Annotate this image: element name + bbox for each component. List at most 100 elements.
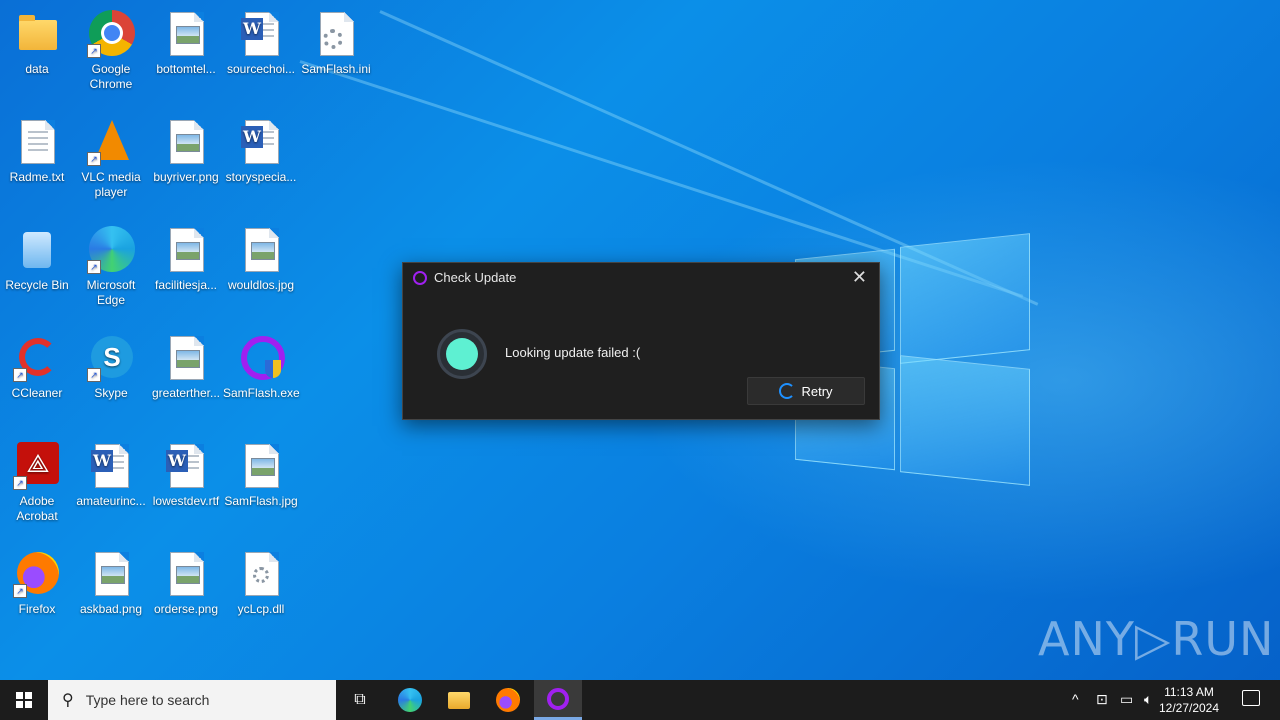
system-tray: ^ ⊡ ▭ 🔈︎ 11:13 AM 12/27/2024: [1060, 680, 1280, 720]
status-indicator-icon: [437, 329, 487, 379]
start-button[interactable]: [0, 680, 48, 720]
chevron-up-icon[interactable]: ^: [1072, 691, 1079, 707]
image-file-icon: [245, 444, 279, 488]
desktop-icon-label: sourcechoi...: [226, 62, 296, 76]
desktop-icon-label: SamFlash.ini: [301, 62, 371, 76]
desktop-icon-label: bottomtel...: [156, 62, 216, 76]
desktop-icon-wouldlos-jpg[interactable]: wouldlos.jpg: [223, 220, 299, 293]
desktop-icon-bottomtel[interactable]: bottomtel...: [148, 4, 224, 77]
windows-logo-icon: [16, 692, 32, 708]
desktop-icon-label: storyspecia...: [225, 170, 297, 184]
desktop-icon-label: facilitiesja...: [154, 278, 218, 292]
shortcut-arrow-icon: ↗: [13, 584, 27, 598]
desktop-icon-ccleaner[interactable]: ↗ CCleaner: [0, 328, 75, 401]
anyrun-watermark: ANY▷RUN: [1038, 612, 1275, 666]
desktop-icon-yclcp-dll[interactable]: ycLcp.dll: [223, 544, 299, 617]
desktop-icon-label: SamFlash.jpg: [224, 494, 298, 508]
desktop-icon-label: askbad.png: [79, 602, 143, 616]
desktop-icon-radme-txt[interactable]: Radme.txt: [0, 112, 75, 185]
settings-file-icon: [320, 12, 354, 56]
desktop-icon-samflash-exe[interactable]: SamFlash.exe: [223, 328, 300, 401]
spinner-icon: [779, 383, 796, 399]
taskbar-search-box[interactable]: ⚲ Type here to search: [48, 680, 336, 720]
edge-icon: [398, 688, 422, 712]
desktop-icon-amateurinc[interactable]: W amateurinc...: [73, 436, 149, 509]
image-file-icon: [170, 120, 204, 164]
shield-icon: [265, 360, 281, 378]
shortcut-arrow-icon: ↗: [87, 44, 101, 58]
search-placeholder: Type here to search: [85, 692, 210, 708]
desktop-icon-askbad-png[interactable]: askbad.png: [73, 544, 149, 617]
desktop-icon-label: ycLcp.dll: [237, 602, 285, 616]
taskbar-firefox-button[interactable]: [484, 680, 532, 720]
retry-button[interactable]: Retry: [747, 377, 865, 405]
task-view-button[interactable]: ⧉: [336, 680, 384, 720]
task-view-icon: ⧉: [354, 691, 366, 708]
desktop-icon-label: Firefox: [18, 602, 56, 616]
desktop-icon-skype[interactable]: S ↗ Skype: [73, 328, 149, 401]
desktop-icon-label: orderse.png: [153, 602, 219, 616]
taskbar-edge-button[interactable]: [386, 680, 434, 720]
desktop-icon-label: VLC media player: [81, 170, 141, 199]
desktop-icon-samflash-ini[interactable]: SamFlash.ini: [298, 4, 374, 77]
desktop-icon-microsoft-edge[interactable]: ↗ Microsoft Edge: [73, 220, 149, 308]
samflash-app-icon: [547, 687, 569, 710]
taskbar: ⚲ Type here to search ⧉ ^ ⊡ ▭ 🔈︎ 11:13 A…: [0, 680, 1280, 720]
clock[interactable]: 11:13 AM 12/27/2024: [1154, 684, 1224, 716]
text-file-icon: [21, 120, 55, 164]
desktop-icon-label: Google Chrome: [89, 62, 133, 91]
desktop-icon-sourcechoi[interactable]: W sourcechoi...: [223, 4, 299, 77]
meet-now-icon[interactable]: ⊡: [1096, 691, 1108, 708]
check-update-dialog: Check Update ✕ Looking update failed :( …: [402, 262, 880, 420]
taskbar-file-explorer-button[interactable]: [435, 680, 483, 720]
firefox-icon: [496, 688, 520, 712]
desktop-icon-label: buyriver.png: [153, 170, 219, 184]
image-file-icon: [245, 228, 279, 272]
notification-icon[interactable]: [1242, 690, 1260, 706]
desktop-icon-buyriver-png[interactable]: buyriver.png: [148, 112, 224, 185]
desktop-icon-facilitiesja[interactable]: facilitiesja...: [148, 220, 224, 293]
close-icon[interactable]: ✕: [852, 267, 867, 288]
shortcut-arrow-icon: ↗: [87, 368, 101, 382]
shortcut-arrow-icon: ↗: [87, 260, 101, 274]
desktop-icon-samflash-jpg[interactable]: SamFlash.jpg: [223, 436, 299, 509]
volume-icon[interactable]: 🔈︎: [1144, 691, 1152, 708]
desktop-icon-label: Recycle Bin: [5, 278, 69, 292]
gear-icon: [323, 29, 343, 49]
taskbar-samflash-button[interactable]: [534, 680, 582, 720]
folder-icon: [19, 15, 57, 50]
desktop-icon-google-chrome[interactable]: ↗ Google Chrome: [73, 4, 149, 92]
shortcut-arrow-icon: ↗: [87, 152, 101, 166]
dll-file-icon: [245, 552, 279, 596]
desktop-icon-firefox[interactable]: ↗ Firefox: [0, 544, 75, 617]
desktop-icon-label: greaterther...: [151, 386, 221, 400]
desktop-icon-label: CCleaner: [11, 386, 63, 400]
desktop-icon-label: Radme.txt: [9, 170, 65, 184]
search-icon: ⚲: [62, 692, 74, 709]
desktop-icon-orderse-png[interactable]: orderse.png: [148, 544, 224, 617]
clock-date: 12/27/2024: [1158, 701, 1220, 715]
dialog-message: Looking update failed :(: [505, 345, 641, 360]
recycle-bin-icon: [23, 232, 51, 268]
network-icon[interactable]: ▭: [1120, 691, 1133, 708]
desktop-icon-label: Microsoft Edge: [86, 278, 136, 307]
retry-button-label: Retry: [801, 383, 833, 399]
image-file-icon: [170, 12, 204, 56]
desktop-icon-greaterther[interactable]: greaterther...: [148, 328, 224, 401]
desktop-icon-recycle-bin[interactable]: Recycle Bin: [0, 220, 75, 293]
desktop-icon-label: lowestdev.rtf: [152, 494, 220, 508]
desktop-icon-label: data: [25, 62, 49, 76]
desktop-icon-storyspecia[interactable]: W storyspecia...: [223, 112, 299, 185]
desktop-icon-vlc[interactable]: ↗ VLC media player: [73, 112, 149, 200]
desktop-icon-label: Skype: [94, 386, 128, 400]
shortcut-arrow-icon: ↗: [13, 368, 27, 382]
image-file-icon: [170, 552, 204, 596]
desktop-icon-adobe-acrobat[interactable]: ⟁ ↗ Adobe Acrobat: [0, 436, 75, 524]
desktop-icon-lowestdev-rtf[interactable]: W lowestdev.rtf: [148, 436, 224, 509]
image-file-icon: [95, 552, 129, 596]
image-file-icon: [170, 228, 204, 272]
desktop-icon-data[interactable]: data: [0, 4, 75, 77]
desktop-icon-label: Adobe Acrobat: [16, 494, 58, 523]
folder-icon: [448, 691, 470, 709]
image-file-icon: [170, 336, 204, 380]
